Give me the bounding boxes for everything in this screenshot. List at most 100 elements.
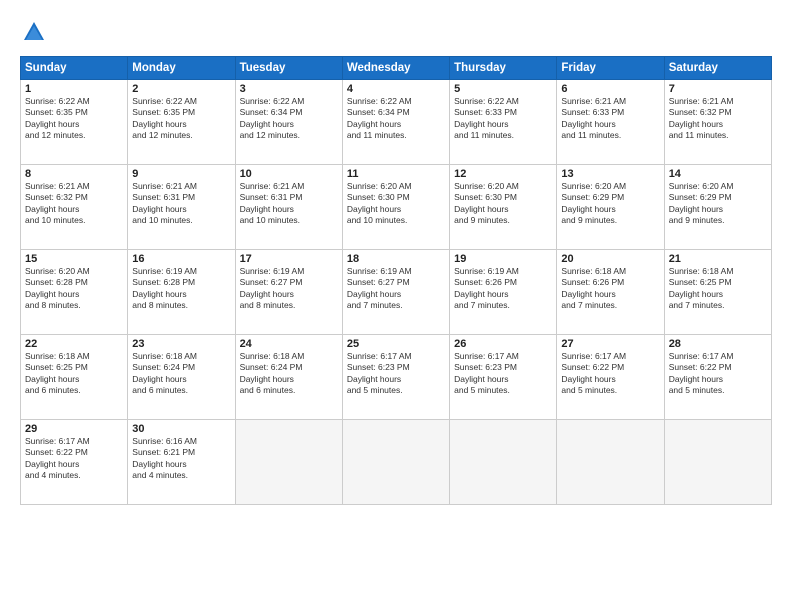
calendar-cell: 28Sunrise: 6:17 AMSunset: 6:22 PMDayligh…: [664, 335, 771, 420]
day-number: 23: [132, 338, 230, 350]
day-info: Sunrise: 6:20 AMSunset: 6:28 PMDaylight …: [25, 266, 123, 312]
day-number: 22: [25, 338, 123, 350]
calendar-cell: 21Sunrise: 6:18 AMSunset: 6:25 PMDayligh…: [664, 250, 771, 335]
calendar-cell: 24Sunrise: 6:18 AMSunset: 6:24 PMDayligh…: [235, 335, 342, 420]
calendar-cell: 9Sunrise: 6:21 AMSunset: 6:31 PMDaylight…: [128, 165, 235, 250]
day-number: 3: [240, 83, 338, 95]
day-info: Sunrise: 6:22 AMSunset: 6:35 PMDaylight …: [132, 96, 230, 142]
calendar-week-2: 8Sunrise: 6:21 AMSunset: 6:32 PMDaylight…: [21, 165, 772, 250]
calendar-cell: 12Sunrise: 6:20 AMSunset: 6:30 PMDayligh…: [450, 165, 557, 250]
day-info: Sunrise: 6:19 AMSunset: 6:28 PMDaylight …: [132, 266, 230, 312]
day-info: Sunrise: 6:22 AMSunset: 6:33 PMDaylight …: [454, 96, 552, 142]
calendar: SundayMondayTuesdayWednesdayThursdayFrid…: [20, 56, 772, 505]
day-info: Sunrise: 6:18 AMSunset: 6:25 PMDaylight …: [669, 266, 767, 312]
calendar-cell: 23Sunrise: 6:18 AMSunset: 6:24 PMDayligh…: [128, 335, 235, 420]
calendar-header-monday: Monday: [128, 57, 235, 80]
day-info: Sunrise: 6:18 AMSunset: 6:24 PMDaylight …: [240, 351, 338, 397]
day-number: 21: [669, 253, 767, 265]
calendar-cell: 26Sunrise: 6:17 AMSunset: 6:23 PMDayligh…: [450, 335, 557, 420]
calendar-cell: 16Sunrise: 6:19 AMSunset: 6:28 PMDayligh…: [128, 250, 235, 335]
calendar-cell: 15Sunrise: 6:20 AMSunset: 6:28 PMDayligh…: [21, 250, 128, 335]
day-info: Sunrise: 6:19 AMSunset: 6:27 PMDaylight …: [347, 266, 445, 312]
calendar-cell: 11Sunrise: 6:20 AMSunset: 6:30 PMDayligh…: [342, 165, 449, 250]
day-info: Sunrise: 6:19 AMSunset: 6:26 PMDaylight …: [454, 266, 552, 312]
day-number: 13: [561, 168, 659, 180]
day-number: 6: [561, 83, 659, 95]
calendar-cell: [664, 420, 771, 505]
day-number: 27: [561, 338, 659, 350]
day-number: 20: [561, 253, 659, 265]
calendar-cell: 14Sunrise: 6:20 AMSunset: 6:29 PMDayligh…: [664, 165, 771, 250]
calendar-cell: 2Sunrise: 6:22 AMSunset: 6:35 PMDaylight…: [128, 80, 235, 165]
day-number: 29: [25, 423, 123, 435]
day-info: Sunrise: 6:22 AMSunset: 6:35 PMDaylight …: [25, 96, 123, 142]
calendar-week-3: 15Sunrise: 6:20 AMSunset: 6:28 PMDayligh…: [21, 250, 772, 335]
day-number: 14: [669, 168, 767, 180]
day-info: Sunrise: 6:17 AMSunset: 6:23 PMDaylight …: [347, 351, 445, 397]
day-info: Sunrise: 6:18 AMSunset: 6:25 PMDaylight …: [25, 351, 123, 397]
calendar-week-5: 29Sunrise: 6:17 AMSunset: 6:22 PMDayligh…: [21, 420, 772, 505]
day-info: Sunrise: 6:21 AMSunset: 6:33 PMDaylight …: [561, 96, 659, 142]
calendar-cell: 20Sunrise: 6:18 AMSunset: 6:26 PMDayligh…: [557, 250, 664, 335]
calendar-header-wednesday: Wednesday: [342, 57, 449, 80]
calendar-cell: 25Sunrise: 6:17 AMSunset: 6:23 PMDayligh…: [342, 335, 449, 420]
day-number: 8: [25, 168, 123, 180]
day-number: 10: [240, 168, 338, 180]
calendar-cell: 1Sunrise: 6:22 AMSunset: 6:35 PMDaylight…: [21, 80, 128, 165]
calendar-cell: 3Sunrise: 6:22 AMSunset: 6:34 PMDaylight…: [235, 80, 342, 165]
day-number: 24: [240, 338, 338, 350]
calendar-cell: [450, 420, 557, 505]
calendar-cell: 30Sunrise: 6:16 AMSunset: 6:21 PMDayligh…: [128, 420, 235, 505]
day-number: 28: [669, 338, 767, 350]
calendar-cell: 19Sunrise: 6:19 AMSunset: 6:26 PMDayligh…: [450, 250, 557, 335]
calendar-cell: 8Sunrise: 6:21 AMSunset: 6:32 PMDaylight…: [21, 165, 128, 250]
calendar-cell: 17Sunrise: 6:19 AMSunset: 6:27 PMDayligh…: [235, 250, 342, 335]
calendar-cell: 18Sunrise: 6:19 AMSunset: 6:27 PMDayligh…: [342, 250, 449, 335]
day-info: Sunrise: 6:20 AMSunset: 6:30 PMDaylight …: [454, 181, 552, 227]
day-number: 19: [454, 253, 552, 265]
day-number: 5: [454, 83, 552, 95]
calendar-cell: 29Sunrise: 6:17 AMSunset: 6:22 PMDayligh…: [21, 420, 128, 505]
day-number: 4: [347, 83, 445, 95]
day-info: Sunrise: 6:17 AMSunset: 6:22 PMDaylight …: [669, 351, 767, 397]
day-info: Sunrise: 6:17 AMSunset: 6:22 PMDaylight …: [25, 436, 123, 482]
calendar-cell: 22Sunrise: 6:18 AMSunset: 6:25 PMDayligh…: [21, 335, 128, 420]
day-info: Sunrise: 6:19 AMSunset: 6:27 PMDaylight …: [240, 266, 338, 312]
day-number: 16: [132, 253, 230, 265]
day-number: 15: [25, 253, 123, 265]
day-number: 18: [347, 253, 445, 265]
header: [20, 18, 772, 46]
day-info: Sunrise: 6:22 AMSunset: 6:34 PMDaylight …: [240, 96, 338, 142]
calendar-header-row: SundayMondayTuesdayWednesdayThursdayFrid…: [21, 57, 772, 80]
logo-icon: [20, 18, 48, 46]
day-info: Sunrise: 6:17 AMSunset: 6:23 PMDaylight …: [454, 351, 552, 397]
day-number: 26: [454, 338, 552, 350]
calendar-cell: [557, 420, 664, 505]
page: SundayMondayTuesdayWednesdayThursdayFrid…: [0, 0, 792, 612]
logo: [20, 18, 52, 46]
day-info: Sunrise: 6:22 AMSunset: 6:34 PMDaylight …: [347, 96, 445, 142]
day-number: 17: [240, 253, 338, 265]
day-info: Sunrise: 6:18 AMSunset: 6:26 PMDaylight …: [561, 266, 659, 312]
calendar-header-tuesday: Tuesday: [235, 57, 342, 80]
day-info: Sunrise: 6:20 AMSunset: 6:29 PMDaylight …: [669, 181, 767, 227]
day-number: 11: [347, 168, 445, 180]
calendar-header-thursday: Thursday: [450, 57, 557, 80]
day-info: Sunrise: 6:21 AMSunset: 6:31 PMDaylight …: [240, 181, 338, 227]
calendar-cell: 13Sunrise: 6:20 AMSunset: 6:29 PMDayligh…: [557, 165, 664, 250]
day-info: Sunrise: 6:17 AMSunset: 6:22 PMDaylight …: [561, 351, 659, 397]
day-info: Sunrise: 6:20 AMSunset: 6:29 PMDaylight …: [561, 181, 659, 227]
calendar-cell: [342, 420, 449, 505]
day-info: Sunrise: 6:21 AMSunset: 6:32 PMDaylight …: [669, 96, 767, 142]
calendar-header-saturday: Saturday: [664, 57, 771, 80]
day-number: 30: [132, 423, 230, 435]
calendar-header-friday: Friday: [557, 57, 664, 80]
day-info: Sunrise: 6:21 AMSunset: 6:31 PMDaylight …: [132, 181, 230, 227]
day-info: Sunrise: 6:20 AMSunset: 6:30 PMDaylight …: [347, 181, 445, 227]
calendar-cell: 7Sunrise: 6:21 AMSunset: 6:32 PMDaylight…: [664, 80, 771, 165]
calendar-header-sunday: Sunday: [21, 57, 128, 80]
day-number: 12: [454, 168, 552, 180]
calendar-cell: 10Sunrise: 6:21 AMSunset: 6:31 PMDayligh…: [235, 165, 342, 250]
calendar-week-1: 1Sunrise: 6:22 AMSunset: 6:35 PMDaylight…: [21, 80, 772, 165]
day-info: Sunrise: 6:18 AMSunset: 6:24 PMDaylight …: [132, 351, 230, 397]
